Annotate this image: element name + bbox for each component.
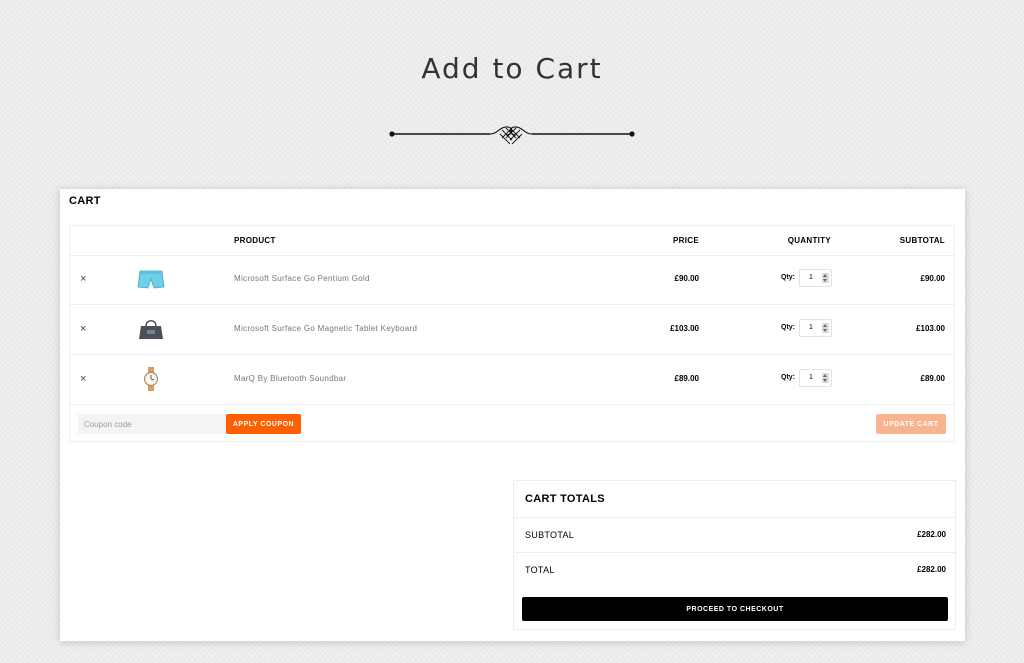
qty-label: Qty:: [781, 324, 795, 331]
quantity-value: 1: [809, 324, 813, 331]
remove-item-button[interactable]: ×: [80, 323, 86, 335]
shorts-icon[interactable]: [136, 267, 166, 291]
cart-card: CART PRODUCT PRICE QUANTITY SUBTOTAL × M…: [60, 189, 965, 641]
totals-subtotal-row: SUBTOTAL £282.00: [514, 517, 955, 553]
remove-item-button[interactable]: ×: [80, 373, 86, 385]
product-price: £89.00: [674, 374, 699, 383]
column-header-price: PRICE: [673, 236, 699, 245]
coupon-code-input[interactable]: [78, 414, 226, 434]
page-title: Add to Cart: [421, 52, 603, 85]
spinner-arrows-icon[interactable]: [822, 373, 829, 383]
subtotal-value: £282.00: [917, 530, 946, 539]
table-row: × MarQ By Bluetooth Soundbar £89.00 Qty:…: [70, 355, 954, 405]
product-price: £103.00: [670, 324, 699, 333]
column-header-quantity: QUANTITY: [787, 236, 831, 245]
quantity-stepper[interactable]: 1: [799, 369, 832, 387]
product-name-link[interactable]: Microsoft Surface Go Pentium Gold: [234, 274, 370, 283]
proceed-to-checkout-button[interactable]: PROCEED TO CHECKOUT: [522, 597, 948, 621]
spinner-arrows-icon[interactable]: [822, 273, 829, 283]
ornament-divider-icon: [389, 126, 635, 145]
total-value: £282.00: [917, 565, 946, 574]
quantity-stepper[interactable]: 1: [799, 319, 832, 337]
table-row: × Microsoft Surface Go Pentium Gold £90.…: [70, 255, 954, 305]
cart-totals-title: CART TOTALS: [525, 493, 605, 505]
apply-coupon-button[interactable]: APPLY COUPON: [226, 414, 301, 434]
wristwatch-icon[interactable]: [136, 367, 166, 391]
total-label: TOTAL: [525, 565, 555, 575]
spinner-arrows-icon[interactable]: [822, 323, 829, 333]
qty-label: Qty:: [781, 374, 795, 381]
row-subtotal: £103.00: [916, 324, 945, 333]
qty-label: Qty:: [781, 274, 795, 281]
subtotal-label: SUBTOTAL: [525, 530, 575, 540]
cart-table-header: PRODUCT PRICE QUANTITY SUBTOTAL: [70, 226, 954, 256]
update-cart-button[interactable]: UPDATE CART: [876, 414, 946, 434]
column-header-subtotal: SUBTOTAL: [899, 236, 945, 245]
remove-item-button[interactable]: ×: [80, 273, 86, 285]
handbag-icon[interactable]: [136, 317, 166, 341]
quantity-value: 1: [809, 274, 813, 281]
quantity-value: 1: [809, 374, 813, 381]
product-price: £90.00: [674, 274, 699, 283]
column-header-product: PRODUCT: [234, 236, 276, 245]
totals-total-row: TOTAL £282.00: [514, 552, 955, 588]
row-subtotal: £90.00: [920, 274, 945, 283]
table-row: × Microsoft Surface Go Magnetic Tablet K…: [70, 305, 954, 355]
cart-table: PRODUCT PRICE QUANTITY SUBTOTAL × Micros…: [69, 225, 955, 442]
product-name-link[interactable]: Microsoft Surface Go Magnetic Tablet Key…: [234, 324, 417, 333]
cart-heading: CART: [69, 195, 101, 207]
row-subtotal: £89.00: [920, 374, 945, 383]
quantity-stepper[interactable]: 1: [799, 269, 832, 287]
product-name-link[interactable]: MarQ By Bluetooth Soundbar: [234, 374, 346, 383]
cart-totals-panel: CART TOTALS SUBTOTAL £282.00 TOTAL £282.…: [513, 480, 956, 630]
cart-actions: APPLY COUPON UPDATE CART: [70, 405, 954, 443]
